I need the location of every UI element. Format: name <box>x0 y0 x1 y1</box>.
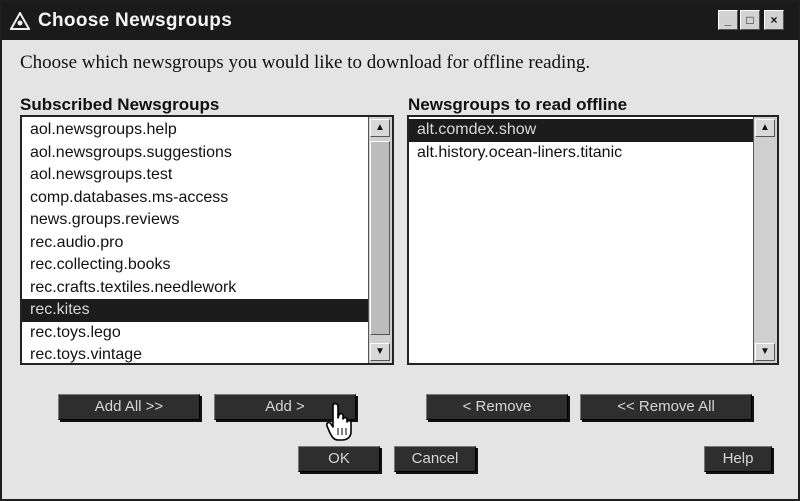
list-item[interactable]: rec.collecting.books <box>22 254 368 277</box>
subscribed-newsgroups-label: Subscribed Newsgroups <box>20 95 220 114</box>
choose-newsgroups-dialog: Choose Newsgroups _ □ × Choose which new… <box>0 0 800 501</box>
list-item[interactable]: rec.audio.pro <box>22 232 368 255</box>
list-item[interactable]: aol.newsgroups.test <box>22 164 368 187</box>
list-item[interactable]: rec.toys.vintage <box>22 344 368 367</box>
maximize-button[interactable]: □ <box>740 10 760 30</box>
list-item[interactable]: rec.kites <box>22 299 368 322</box>
list-item[interactable]: comp.databases.ms-access <box>22 187 368 210</box>
instruction-text: Choose which newsgroups you would like t… <box>20 52 591 73</box>
scroll-down-arrow-icon[interactable]: ▼ <box>755 343 775 361</box>
cancel-button[interactable]: Cancel <box>394 446 476 472</box>
list-item[interactable]: rec.crafts.textiles.needlework <box>22 277 368 300</box>
offline-newsgroups-list[interactable]: alt.comdex.show alt.history.ocean-liners.… <box>407 115 779 365</box>
subscribed-scrollbar[interactable]: ▲ ▼ <box>368 117 392 363</box>
list-item[interactable]: news.groups.reviews <box>22 209 368 232</box>
minimize-button[interactable]: _ <box>718 10 738 30</box>
help-button[interactable]: Help <box>704 446 772 472</box>
list-item[interactable]: aol.newsgroups.help <box>22 119 368 142</box>
hand-pointer-icon <box>326 402 352 441</box>
ok-button[interactable]: OK <box>298 446 380 472</box>
title-bar[interactable]: Choose Newsgroups _ □ × <box>2 2 798 40</box>
scroll-thumb[interactable] <box>370 141 390 335</box>
list-item[interactable]: alt.history.ocean-liners.titanic <box>409 142 753 165</box>
offline-scrollbar[interactable]: ▲ ▼ <box>753 117 777 363</box>
scroll-up-arrow-icon[interactable]: ▲ <box>755 119 775 137</box>
list-item[interactable]: aol.newsgroups.suggestions <box>22 142 368 165</box>
add-all-button[interactable]: Add All >> <box>58 394 200 420</box>
window-title: Choose Newsgroups <box>38 10 233 31</box>
scroll-down-arrow-icon[interactable]: ▼ <box>370 343 390 361</box>
subscribed-items: aol.newsgroups.help aol.newsgroups.sugges… <box>22 119 368 367</box>
offline-items: alt.comdex.show alt.history.ocean-liners.… <box>409 119 753 164</box>
scroll-up-arrow-icon[interactable]: ▲ <box>370 119 390 137</box>
remove-all-button[interactable]: << Remove All <box>580 394 752 420</box>
aol-triangle-icon <box>10 12 30 30</box>
list-item[interactable]: rec.toys.lego <box>22 322 368 345</box>
subscribed-newsgroups-list[interactable]: aol.newsgroups.help aol.newsgroups.sugges… <box>20 115 394 365</box>
offline-newsgroups-label: Newsgroups to read offline <box>408 95 628 114</box>
close-button[interactable]: × <box>764 10 784 30</box>
remove-button[interactable]: < Remove <box>426 394 568 420</box>
list-item[interactable]: alt.comdex.show <box>409 119 753 142</box>
